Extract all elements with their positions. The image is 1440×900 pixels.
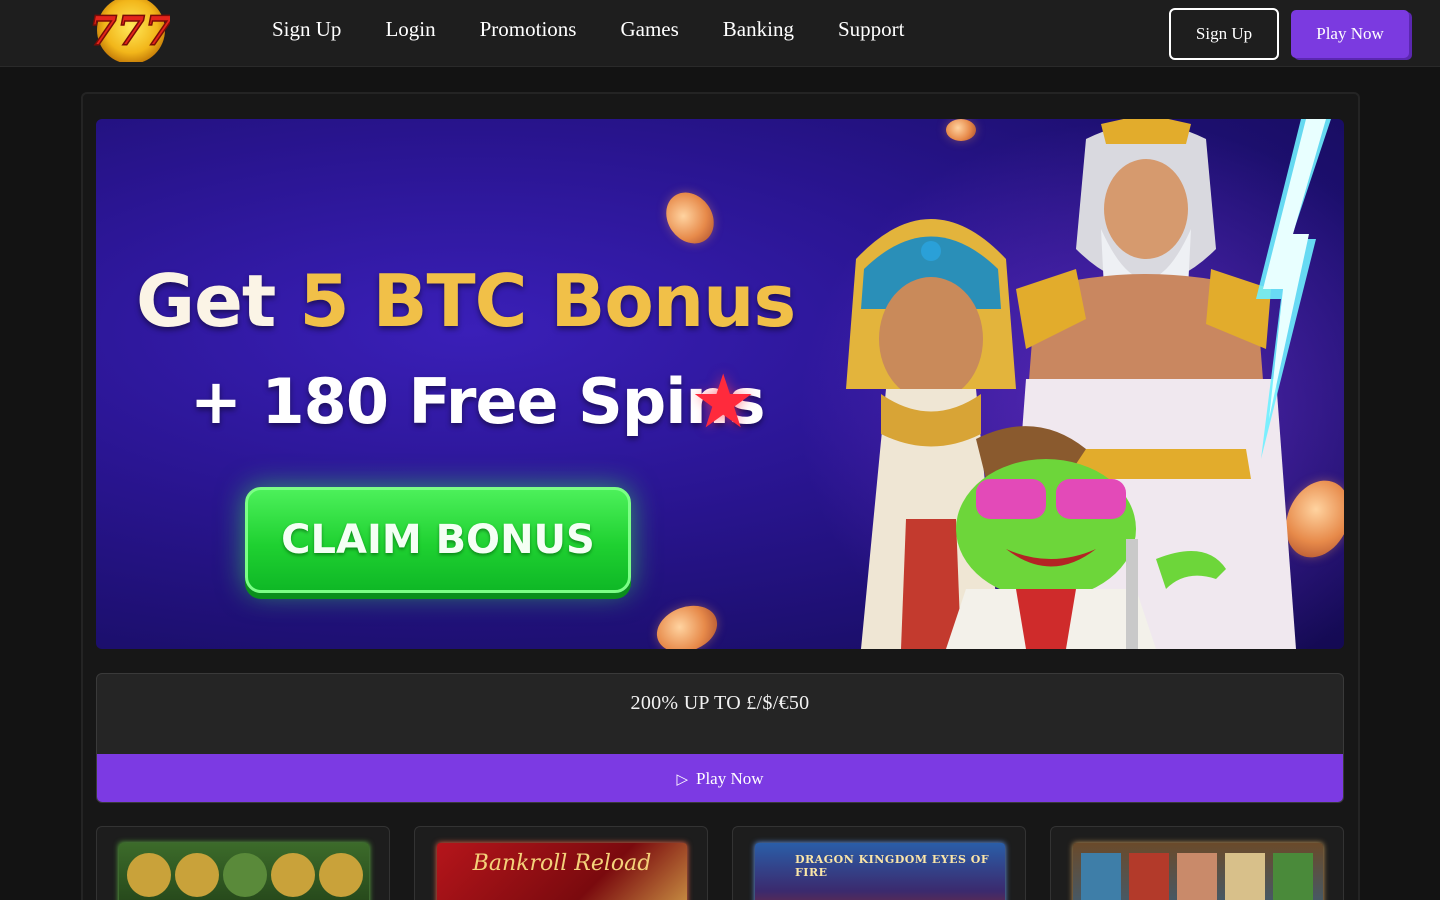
nav-sign-up[interactable]: Sign Up [272,14,341,44]
offer-play-label: Play Now [696,769,764,788]
nav-banking[interactable]: Banking [723,14,794,44]
lightning-bolt-decoration [1256,119,1331,459]
site-header: 777 Sign Up Login Promotions Games Banki… [0,0,1440,67]
sign-up-button[interactable]: Sign Up [1169,8,1279,60]
reel-symbols [127,853,363,897]
play-icon: ▷ [676,770,688,788]
offer-card: 200% UP TO £/$/€50 ▷ Play Now [96,673,1344,803]
nav-support[interactable]: Support [838,14,905,44]
svg-text:777: 777 [92,8,170,55]
game-title: DRAGON KINGDOM EYES OF FIRE [795,853,990,879]
hero-banner[interactable]: Get 5 BTC Bonus + 180 Free Spins ★ CLAIM… [96,119,1344,649]
offer-title: 200% UP TO £/$/€50 [630,692,810,714]
coin-decoration [656,183,724,253]
reel-symbols [1081,853,1313,900]
banner-bonus-amount: 5 BTC Bonus [299,259,796,343]
nav-login[interactable]: Login [385,14,435,44]
main-nav: Sign Up Login Promotions Games Banking S… [272,14,948,44]
game-tile[interactable] [1050,826,1344,900]
game-tile[interactable]: Bankroll Reload [414,826,708,900]
play-now-button[interactable]: Play Now [1291,10,1409,58]
game-tile[interactable] [96,826,390,900]
nav-promotions[interactable]: Promotions [480,14,577,44]
banner-headline: Get 5 BTC Bonus [136,259,796,343]
game-thumbnail[interactable]: Bankroll Reload [437,843,687,900]
game-thumbnail[interactable] [1073,843,1323,900]
frog-illustration [946,426,1226,649]
nav-games[interactable]: Games [620,14,678,44]
banner-get-text: Get [136,259,276,343]
claim-bonus-button[interactable]: CLAIM BONUS [245,487,631,593]
star-icon: ★ [690,359,757,445]
game-tile[interactable]: DRAGON KINGDOM EYES OF FIRE [732,826,1026,900]
banner-free-spins: + 180 Free Spins [190,365,766,438]
game-title: Bankroll Reload [472,851,652,876]
game-thumbnail[interactable] [119,843,369,900]
offer-play-now-button[interactable]: ▷ Play Now [97,754,1343,802]
coin-decoration [650,597,724,649]
coin-decoration [946,119,976,141]
game-thumbnail[interactable]: DRAGON KINGDOM EYES OF FIRE [755,843,1005,900]
logo-777[interactable]: 777 [92,0,170,62]
